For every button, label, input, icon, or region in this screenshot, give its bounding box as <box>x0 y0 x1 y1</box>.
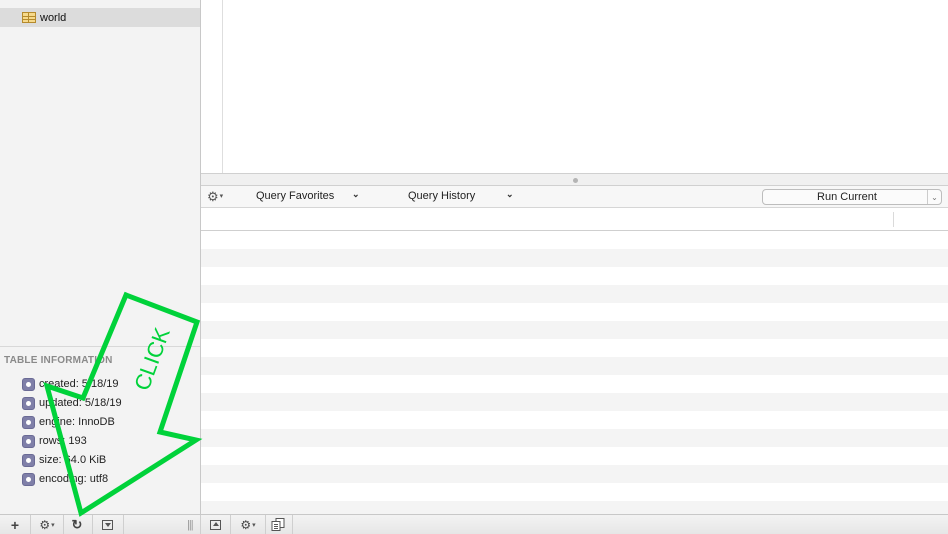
results-table[interactable] <box>201 208 948 514</box>
table-info-row-encoding: encoding: utf8 <box>22 471 108 487</box>
sidebar-item-world[interactable]: world <box>0 8 200 27</box>
table-row <box>201 285 948 303</box>
table-info-text: encoding: utf8 <box>39 473 109 485</box>
table-row <box>201 465 948 483</box>
refresh-icon: ↻ <box>71 516 83 532</box>
table-info-text: rows: 193 <box>39 435 87 447</box>
run-current-label: Run Current <box>817 191 877 203</box>
table-info-row-created: created: 5/18/19 <box>22 376 119 392</box>
table-info-header: TABLE INFORMATION <box>4 355 113 366</box>
bottom-toolbar: + ⚙ ▾ ↻ ||| ⚙ ▾ <box>0 514 948 534</box>
table-row <box>201 321 948 339</box>
info-icon <box>22 415 35 429</box>
results-actions-button[interactable]: ⚙ ▾ <box>235 515 261 534</box>
editor-results-splitter[interactable] <box>201 173 948 186</box>
collapse-panel-icon <box>101 519 113 530</box>
toolbar-divider <box>63 515 64 534</box>
info-icon <box>22 377 35 391</box>
toolbar-divider <box>292 515 293 534</box>
toggle-editor-button[interactable] <box>205 515 225 534</box>
info-icon <box>22 396 35 410</box>
sidebar: world TABLE INFORMATION created: 5/18/19… <box>0 0 200 514</box>
add-table-button[interactable]: + <box>4 515 26 534</box>
run-current-button[interactable]: Run Current ⌄ <box>762 189 942 205</box>
info-icon <box>22 434 35 448</box>
table-icon <box>22 12 36 23</box>
export-results-button[interactable] <box>269 515 287 534</box>
info-icon <box>22 453 35 467</box>
gear-icon: ⚙ <box>39 517 51 532</box>
sidebar-item-label: world <box>40 11 67 24</box>
caret-down-icon: ▾ <box>219 193 224 200</box>
plus-icon: + <box>10 516 20 533</box>
toolbar-divider <box>30 515 31 534</box>
toolbar-divider <box>200 515 201 534</box>
column-separator[interactable] <box>893 212 894 227</box>
table-row <box>201 357 948 375</box>
table-info-text: size: 64.0 KiB <box>39 454 107 466</box>
table-row <box>201 393 948 411</box>
resize-handle-icon[interactable]: ||| <box>187 519 194 531</box>
table-row <box>201 501 948 514</box>
table-info-panel: TABLE INFORMATION created: 5/18/19 updat… <box>0 346 200 514</box>
toggle-table-info-button[interactable] <box>97 515 117 534</box>
splitter-handle-icon <box>573 178 578 183</box>
toolbar-divider <box>230 515 231 534</box>
query-toolbar: ⚙ ▾ Query Favorites ⌄ Query History ⌄ Ru… <box>201 186 948 208</box>
table-info-row-rows: rows: 193 <box>22 433 87 449</box>
toolbar-divider <box>92 515 93 534</box>
refresh-button[interactable]: ↻ <box>67 515 87 534</box>
chevron-down-icon[interactable]: ⌄ <box>352 189 360 200</box>
table-row <box>201 429 948 447</box>
table-info-row-engine: engine: InnoDB <box>22 414 115 430</box>
table-info-row-size: size: 64.0 KiB <box>22 452 106 468</box>
caret-down-icon: ▾ <box>252 521 256 529</box>
results-header-row <box>201 208 948 231</box>
table-info-text: engine: InnoDB <box>39 416 115 428</box>
caret-down-icon: ▾ <box>51 521 55 529</box>
query-favorites-button[interactable]: Query Favorites <box>256 190 334 202</box>
query-actions-button[interactable]: ⚙ ▾ <box>207 190 223 203</box>
query-editor[interactable] <box>201 0 948 173</box>
gear-icon: ⚙ <box>207 189 219 204</box>
table-info-row-updated: updated: 5/18/19 <box>22 395 122 411</box>
line-number-gutter <box>201 0 223 173</box>
copy-icon <box>271 518 285 531</box>
toolbar-divider <box>123 515 124 534</box>
toolbar-divider <box>265 515 266 534</box>
expand-panel-icon <box>209 519 221 530</box>
table-row <box>201 249 948 267</box>
info-icon <box>22 472 35 486</box>
query-history-button[interactable]: Query History <box>408 190 475 202</box>
chevron-down-icon[interactable]: ⌄ <box>506 189 514 200</box>
gear-icon: ⚙ <box>240 517 252 532</box>
chevron-down-icon[interactable]: ⌄ <box>927 190 941 204</box>
table-info-text: created: 5/18/19 <box>39 378 119 390</box>
table-actions-button[interactable]: ⚙ ▾ <box>34 515 60 534</box>
table-info-text: updated: 5/18/19 <box>39 397 122 409</box>
